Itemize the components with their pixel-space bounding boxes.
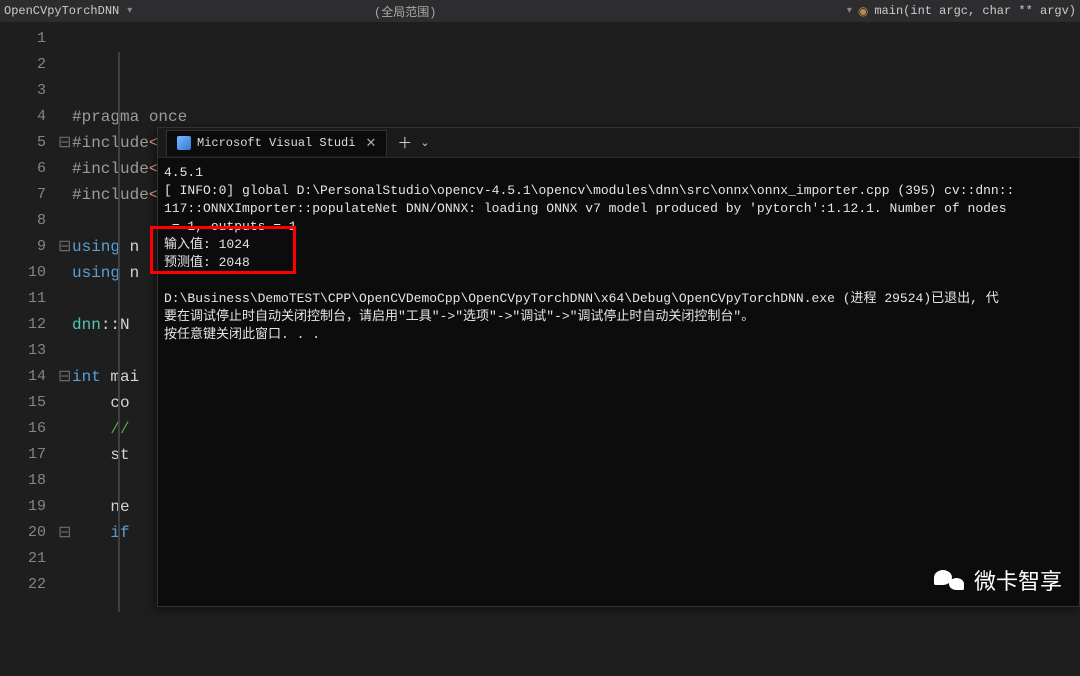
code-token: mai (110, 364, 139, 390)
console-tab-title: Microsoft Visual Studi (197, 136, 355, 150)
line-number: 12 (0, 312, 46, 338)
function-dropdown[interactable]: ▾ ◉ main(int argc, char ** argv) (847, 4, 1076, 19)
chevron-down-icon: ▾ (127, 5, 132, 17)
line-number: 4 (0, 104, 46, 130)
fold-toggle-icon[interactable]: ⊟ (58, 130, 70, 156)
code-token: n (130, 260, 140, 286)
line-number: 13 (0, 338, 46, 364)
chevron-down-icon[interactable]: ⌄ (420, 136, 429, 150)
line-number: 15 (0, 390, 46, 416)
fold-guide (118, 52, 120, 612)
fold-toggle-icon[interactable]: ⊟ (58, 520, 70, 546)
line-number: 10 (0, 260, 46, 286)
line-number: 21 (0, 546, 46, 572)
code-token: using (72, 234, 130, 260)
code-token: #include (72, 130, 149, 156)
line-number: 17 (0, 442, 46, 468)
scope-label: (全局范围) (374, 6, 436, 20)
new-tab-button[interactable]: ＋ (397, 132, 412, 153)
code-token: co (72, 390, 130, 416)
line-number: 14 (0, 364, 46, 390)
function-icon: ◉ (858, 4, 868, 19)
code-token: ne (72, 494, 130, 520)
code-token: #include (72, 182, 149, 208)
line-number: 22 (0, 572, 46, 598)
line-number: 8 (0, 208, 46, 234)
line-number: 19 (0, 494, 46, 520)
wechat-icon (934, 568, 964, 592)
console-output: 4.5.1 [ INFO:0] global D:\PersonalStudio… (158, 158, 1079, 350)
code-line[interactable] (58, 624, 1080, 650)
line-number: 6 (0, 156, 46, 182)
code-token: #include (72, 156, 149, 182)
line-number: 16 (0, 416, 46, 442)
code-token: int (72, 364, 110, 390)
function-label: main(int argc, char ** argv) (874, 4, 1076, 18)
line-number: 9 (0, 234, 46, 260)
line-number-gutter: 12345678910111213141516171819202122 (0, 22, 58, 614)
code-token: N (120, 312, 130, 338)
editor-top-bar: OpenCVpyTorchDNN ▾ (全局范围) ▾ ◉ main(int a… (0, 0, 1080, 22)
line-number: 2 (0, 52, 46, 78)
line-number: 7 (0, 182, 46, 208)
console-tab[interactable]: Microsoft Visual Studi ✕ (166, 130, 387, 156)
line-number: 1 (0, 26, 46, 52)
close-icon[interactable]: ✕ (365, 136, 376, 151)
code-token: if (72, 520, 130, 546)
scope-dropdown[interactable]: (全局范围) (374, 3, 436, 20)
line-number: 11 (0, 286, 46, 312)
code-token: dnn (72, 312, 101, 338)
debug-console-window[interactable]: Microsoft Visual Studi ✕ ＋ ⌄ 4.5.1 [ INF… (157, 127, 1080, 607)
line-number: 3 (0, 78, 46, 104)
line-number: 5 (0, 130, 46, 156)
chevron-down-icon: ▾ (847, 5, 852, 17)
code-token: n (130, 234, 140, 260)
code-token: st (72, 442, 130, 468)
project-dropdown[interactable]: OpenCVpyTorchDNN ▾ (4, 4, 344, 18)
fold-toggle-icon[interactable]: ⊟ (58, 364, 70, 390)
line-number: 18 (0, 468, 46, 494)
vs-icon (177, 136, 191, 150)
watermark-text: 微卡智享 (974, 564, 1062, 596)
watermark: 微卡智享 (934, 564, 1062, 596)
code-line[interactable] (58, 650, 1080, 676)
code-token: // (72, 416, 130, 442)
project-dropdown-label: OpenCVpyTorchDNN (4, 4, 119, 18)
fold-toggle-icon[interactable]: ⊟ (58, 234, 70, 260)
code-token: using (72, 260, 130, 286)
console-tabbar: Microsoft Visual Studi ✕ ＋ ⌄ (158, 128, 1079, 158)
line-number: 20 (0, 520, 46, 546)
